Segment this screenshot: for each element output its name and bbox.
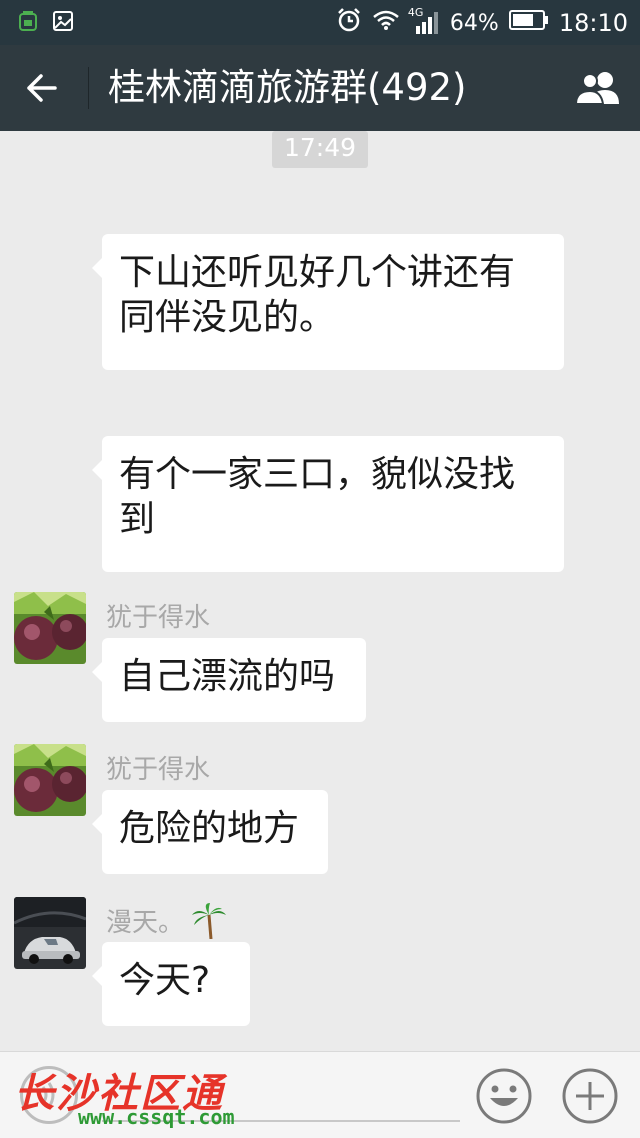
voice-icon <box>41 1082 55 1108</box>
voice-button[interactable] <box>20 1066 78 1124</box>
avatar[interactable] <box>14 897 86 969</box>
wifi-icon <box>372 9 400 37</box>
more-options-button[interactable] <box>560 1066 620 1126</box>
passion-fruit-avatar-image <box>14 592 86 664</box>
app-notification-icon <box>18 10 38 36</box>
alarm-icon <box>336 7 362 39</box>
status-left-icons <box>18 10 74 36</box>
message-list[interactable]: 17:49 下山还听见好几个讲还有 同伴没见的。 有个一家三口，貌似没找 到 犹… <box>0 131 640 1051</box>
message-bubble[interactable]: 今天? <box>92 942 250 1026</box>
signal-icon: 4G <box>408 6 440 36</box>
avatar[interactable] <box>14 744 86 816</box>
chat-header: 桂林滴滴旅游群(492) <box>0 45 640 131</box>
emoji-button[interactable] <box>474 1066 534 1126</box>
battery-percent: 64% <box>449 10 499 36</box>
palm-tree-icon <box>192 902 227 939</box>
emoji-icon <box>476 1068 532 1124</box>
message-text-line: 自己漂流的吗 <box>119 656 336 697</box>
car-avatar-image <box>14 897 86 969</box>
back-arrow-icon <box>27 74 57 102</box>
message-bubble[interactable]: 有个一家三口，貌似没找 到 <box>92 436 564 572</box>
avatar[interactable] <box>14 592 86 664</box>
battery-icon <box>508 9 549 37</box>
sender-name: 犹于得水 <box>106 755 211 785</box>
message-bubble[interactable]: 下山还听见好几个讲还有 同伴没见的。 <box>92 234 564 370</box>
passion-fruit-avatar-image <box>14 744 86 816</box>
message-input[interactable] <box>102 1072 460 1122</box>
sender-name-text: 漫天。 <box>106 908 185 938</box>
message-bubble[interactable]: 危险的地方 <box>92 790 328 874</box>
chat-input-bar <box>0 1051 640 1138</box>
message-text-line: 危险的地方 <box>119 808 300 849</box>
timestamp-badge: 17:49 <box>272 131 368 168</box>
title-divider <box>88 67 89 109</box>
plus-icon <box>562 1068 618 1124</box>
group-members-icon <box>574 72 619 105</box>
sender-name: 漫天。 <box>106 902 228 939</box>
group-title: 桂林滴滴旅游群(492) <box>108 66 467 109</box>
clock: 18:10 <box>558 9 628 37</box>
message-text-line: 同伴没见的。 <box>119 297 336 338</box>
message-text-line: 有个一家三口，貌似没找 <box>119 454 516 495</box>
back-button[interactable] <box>14 63 70 113</box>
message-text-line: 今天? <box>119 960 211 1001</box>
sender-name: 犹于得水 <box>106 603 211 633</box>
gallery-icon <box>52 10 74 36</box>
status-bar: 4G 64% 18:10 <box>0 0 640 45</box>
message-text-line: 到 <box>119 499 156 540</box>
message-text-line: 下山还听见好几个讲还有 <box>119 252 516 293</box>
message-bubble[interactable]: 自己漂流的吗 <box>92 638 366 722</box>
group-members-button[interactable] <box>570 63 626 113</box>
status-right-icons: 4G 64% 18:10 <box>336 6 628 39</box>
